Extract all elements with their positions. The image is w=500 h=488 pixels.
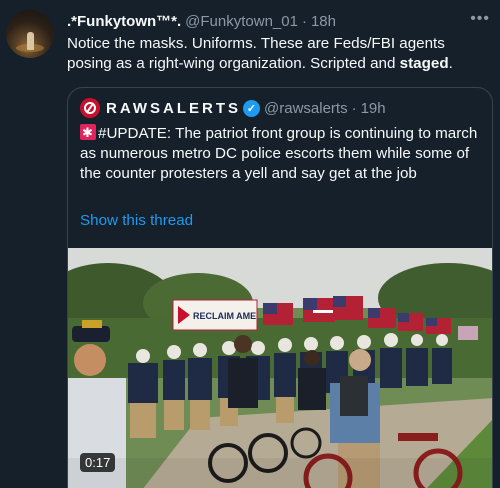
quoted-display-name[interactable]: RAWSALERTS — [106, 100, 241, 117]
more-icon[interactable]: ••• — [470, 11, 490, 27]
quoted-separator: · — [351, 99, 357, 117]
banner-text: RECLAIM AME — [193, 311, 256, 321]
avatar[interactable] — [6, 10, 54, 58]
tweet-text: Notice the masks. Uniforms. These are Fe… — [67, 34, 487, 74]
tweet-text-main: Notice the masks. Uniforms. These are Fe… — [67, 35, 445, 72]
show-thread-link[interactable]: Show this thread — [80, 212, 193, 229]
video-player[interactable]: RECLAIM AME 0:17 — [68, 248, 492, 488]
tweet-text-bold: staged — [399, 55, 449, 72]
separator: · — [301, 12, 307, 30]
siren-icon — [80, 123, 96, 143]
video-frame: RECLAIM AME — [68, 248, 492, 488]
tweet-header: .*Funkytown™*. @Funkytown_01 · 18h — [67, 11, 336, 31]
handle[interactable]: @Funkytown_01 — [185, 13, 298, 30]
quoted-text: #UPDATE: The patriot front group is cont… — [80, 123, 484, 184]
quoted-avatar[interactable] — [80, 98, 100, 118]
quoted-header: RAWSALERTS ✓ @rawsalerts · 19h — [80, 98, 386, 118]
timestamp[interactable]: 18h — [311, 13, 336, 30]
tweet-text-end: . — [448, 55, 453, 72]
tweet[interactable]: .*Funkytown™*. @Funkytown_01 · 18h ••• N… — [0, 0, 500, 488]
avatar-figure — [27, 32, 34, 50]
display-name[interactable]: .*Funkytown™*. — [67, 13, 181, 30]
quoted-tweet[interactable]: RAWSALERTS ✓ @rawsalerts · 19h #UPDATE: … — [67, 87, 493, 488]
quoted-handle[interactable]: @rawsalerts — [264, 100, 348, 117]
video-duration: 0:17 — [80, 453, 116, 472]
quoted-text-body: #UPDATE: The patriot front group is cont… — [80, 125, 478, 182]
verified-icon: ✓ — [243, 99, 260, 117]
quoted-timestamp[interactable]: 19h — [361, 100, 386, 117]
